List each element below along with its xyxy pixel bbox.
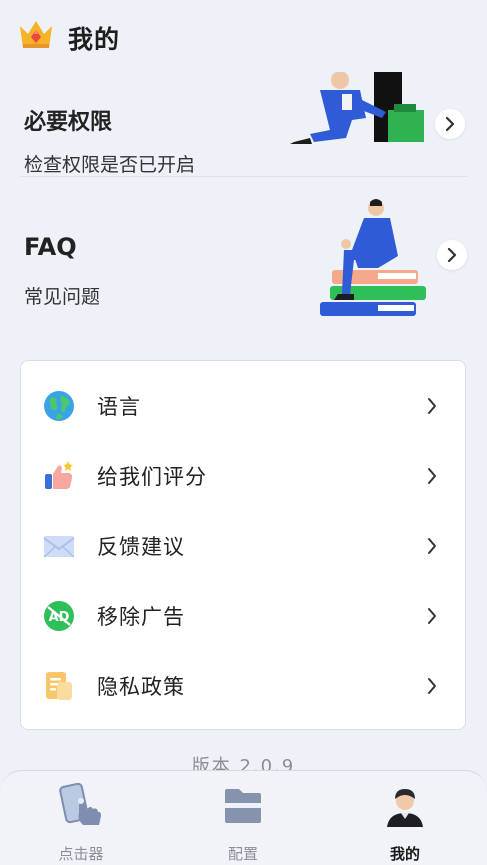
- menu-item-rate-us[interactable]: 给我们评分: [21, 441, 465, 511]
- page-header: 我的: [0, 0, 487, 72]
- reading-person-illustration: [318, 198, 430, 324]
- nav-tab-config[interactable]: 配置: [183, 783, 303, 863]
- folder-icon: [225, 789, 261, 823]
- menu-label-privacy-policy: 隐私政策: [97, 675, 185, 699]
- no-ads-icon: AD: [44, 601, 74, 631]
- chevron-right-icon: [428, 468, 436, 484]
- menu-label-language: 语言: [97, 395, 141, 419]
- chevron-right-icon: [428, 608, 436, 624]
- envelope-icon: [43, 536, 75, 558]
- permission-card-title: 必要权限: [24, 110, 113, 135]
- nav-tab-clicker[interactable]: 点击器: [21, 783, 141, 863]
- permission-chevron-button[interactable]: [435, 109, 465, 139]
- menu-label-remove-ads: 移除广告: [97, 605, 185, 629]
- thumbs-up-icon: [45, 461, 73, 489]
- chevron-right-icon: [428, 678, 436, 694]
- globe-icon: [44, 391, 74, 421]
- faq-chevron-button[interactable]: [437, 240, 467, 270]
- faq-subtitle: 常见问题: [24, 286, 101, 308]
- profile-content: 必要权限 检查权限是否已开启 FAQ 常见问题 语言 给我们评分 反馈建议 移除…: [0, 0, 487, 865]
- menu-item-feedback[interactable]: 反馈建议: [21, 511, 465, 581]
- crown-icon: [20, 21, 52, 48]
- chevron-right-icon: [447, 247, 457, 263]
- menu-item-privacy-policy[interactable]: 隐私政策: [21, 651, 465, 721]
- faq-title: FAQ: [24, 233, 77, 261]
- document-icon: [46, 672, 72, 700]
- menu-item-language[interactable]: 语言: [21, 371, 465, 441]
- section-divider: [20, 176, 467, 177]
- nav-label-clicker: 点击器: [58, 845, 104, 863]
- menu-item-remove-ads[interactable]: AD 移除广告: [21, 581, 465, 651]
- tap-phone-icon: [59, 783, 101, 825]
- nav-label-profile: 我的: [389, 845, 420, 863]
- bottom-navigation-bar: 点击器 配置 我的: [0, 770, 487, 865]
- chevron-right-icon: [445, 116, 455, 132]
- profile-avatar-icon: [387, 789, 423, 827]
- chevron-right-icon: [428, 538, 436, 554]
- page-title: 我的: [68, 25, 121, 54]
- worker-illustration: [290, 71, 430, 156]
- nav-label-config: 配置: [227, 845, 258, 863]
- menu-label-feedback: 反馈建议: [97, 535, 185, 559]
- nav-tab-profile[interactable]: 我的: [345, 783, 465, 863]
- permission-card-subtitle: 检查权限是否已开启: [24, 154, 196, 176]
- chevron-right-icon: [428, 398, 436, 414]
- menu-label-rate-us: 给我们评分: [97, 465, 207, 489]
- settings-menu-card: 语言 给我们评分 反馈建议 移除广告 隐私政策: [20, 360, 466, 730]
